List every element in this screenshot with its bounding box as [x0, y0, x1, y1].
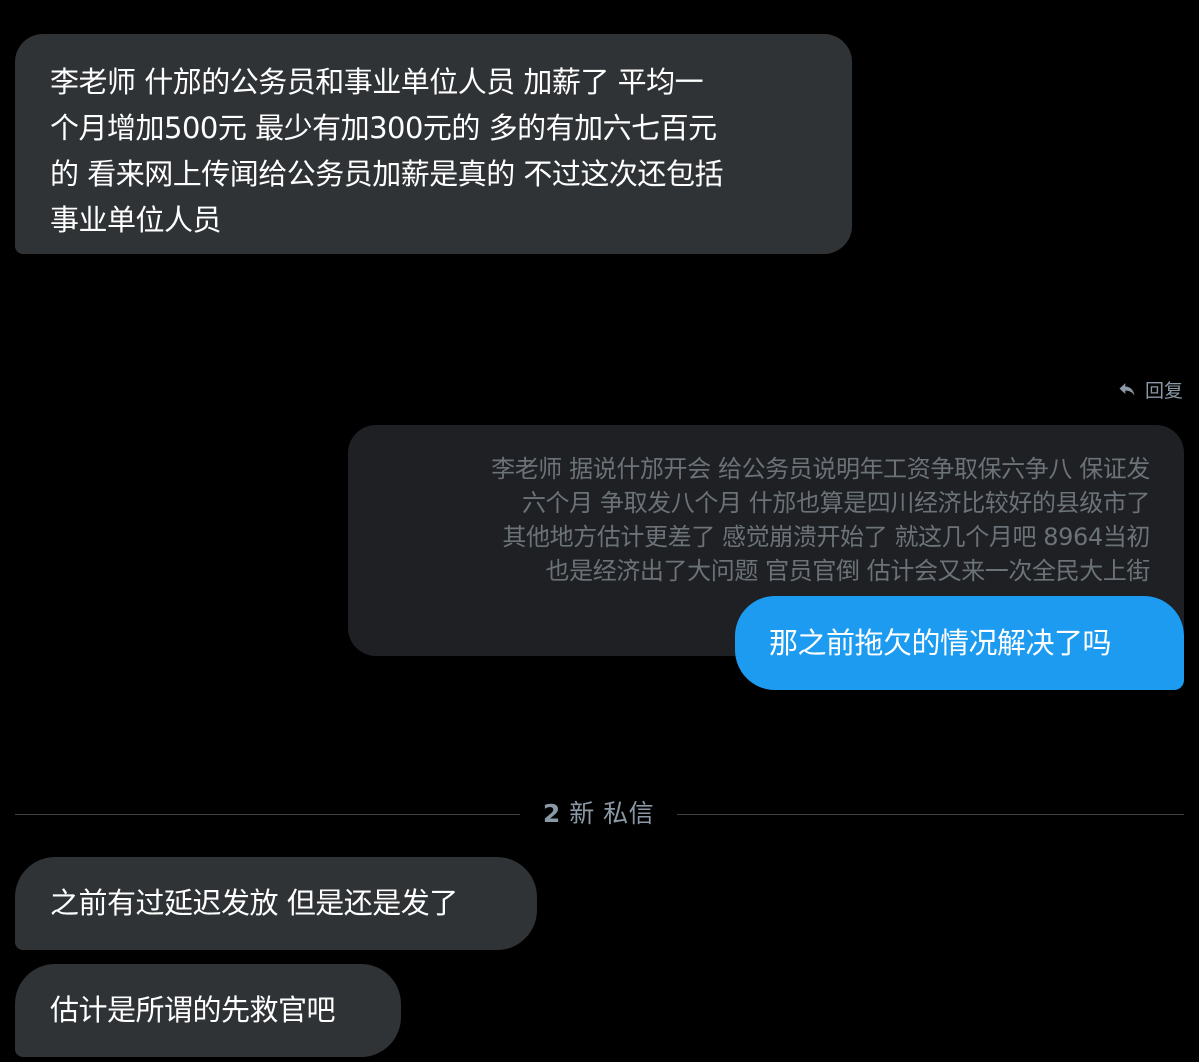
quoted-text-line: 李老师 据说什邡开会 给公务员说明年工资争取保六争八 保证发 [491, 455, 1150, 483]
quoted-text-line: 其他地方估计更差了 感觉崩溃开始了 就这几个月吧 8964当初 [502, 523, 1150, 551]
quoted-text-line: 也是经济出了大问题 官员官倒 估计会又来一次全民大上街 [545, 557, 1151, 585]
divider-line [677, 814, 1184, 815]
new-messages-label: 2 新 私信 [520, 795, 677, 833]
new-messages-divider: 2 新 私信 [15, 795, 1184, 833]
new-messages-count: 2 [542, 799, 561, 828]
message-text-line: 个月增加500元 最少有加300元的 多的有加六七百元 [50, 111, 717, 145]
message-text: 估计是所谓的先救官吧 [50, 993, 336, 1027]
message-bubble-incoming[interactable]: 李老师 什邡的公务员和事业单位人员 加薪了 平均一 个月增加500元 最少有加3… [15, 34, 852, 254]
message-bubble-outgoing[interactable]: 那之前拖欠的情况解决了吗 [735, 596, 1184, 690]
new-messages-text: 新 私信 [569, 799, 655, 828]
message-text-line: 事业单位人员 [50, 203, 222, 237]
message-bubble-incoming[interactable]: 估计是所谓的先救官吧 [15, 964, 401, 1057]
message-text-line: 李老师 什邡的公务员和事业单位人员 加薪了 平均一 [50, 65, 704, 99]
message-text: 那之前拖欠的情况解决了吗 [769, 626, 1112, 660]
divider-line [15, 814, 520, 815]
message-text-line: 的 看来网上传闻给公务员加薪是真的 不过这次还包括 [50, 157, 723, 191]
message-text: 之前有过延迟发放 但是还是发了 [50, 886, 458, 920]
reply-label: 回复 [1144, 379, 1183, 402]
reply-indicator: 回复 [1117, 372, 1183, 406]
quoted-text-line: 六个月 争取发八个月 什邡也算是四川经济比较好的县级市了 [521, 489, 1150, 517]
reply-arrow-icon [1117, 379, 1137, 399]
message-bubble-incoming[interactable]: 之前有过延迟发放 但是还是发了 [15, 857, 537, 950]
